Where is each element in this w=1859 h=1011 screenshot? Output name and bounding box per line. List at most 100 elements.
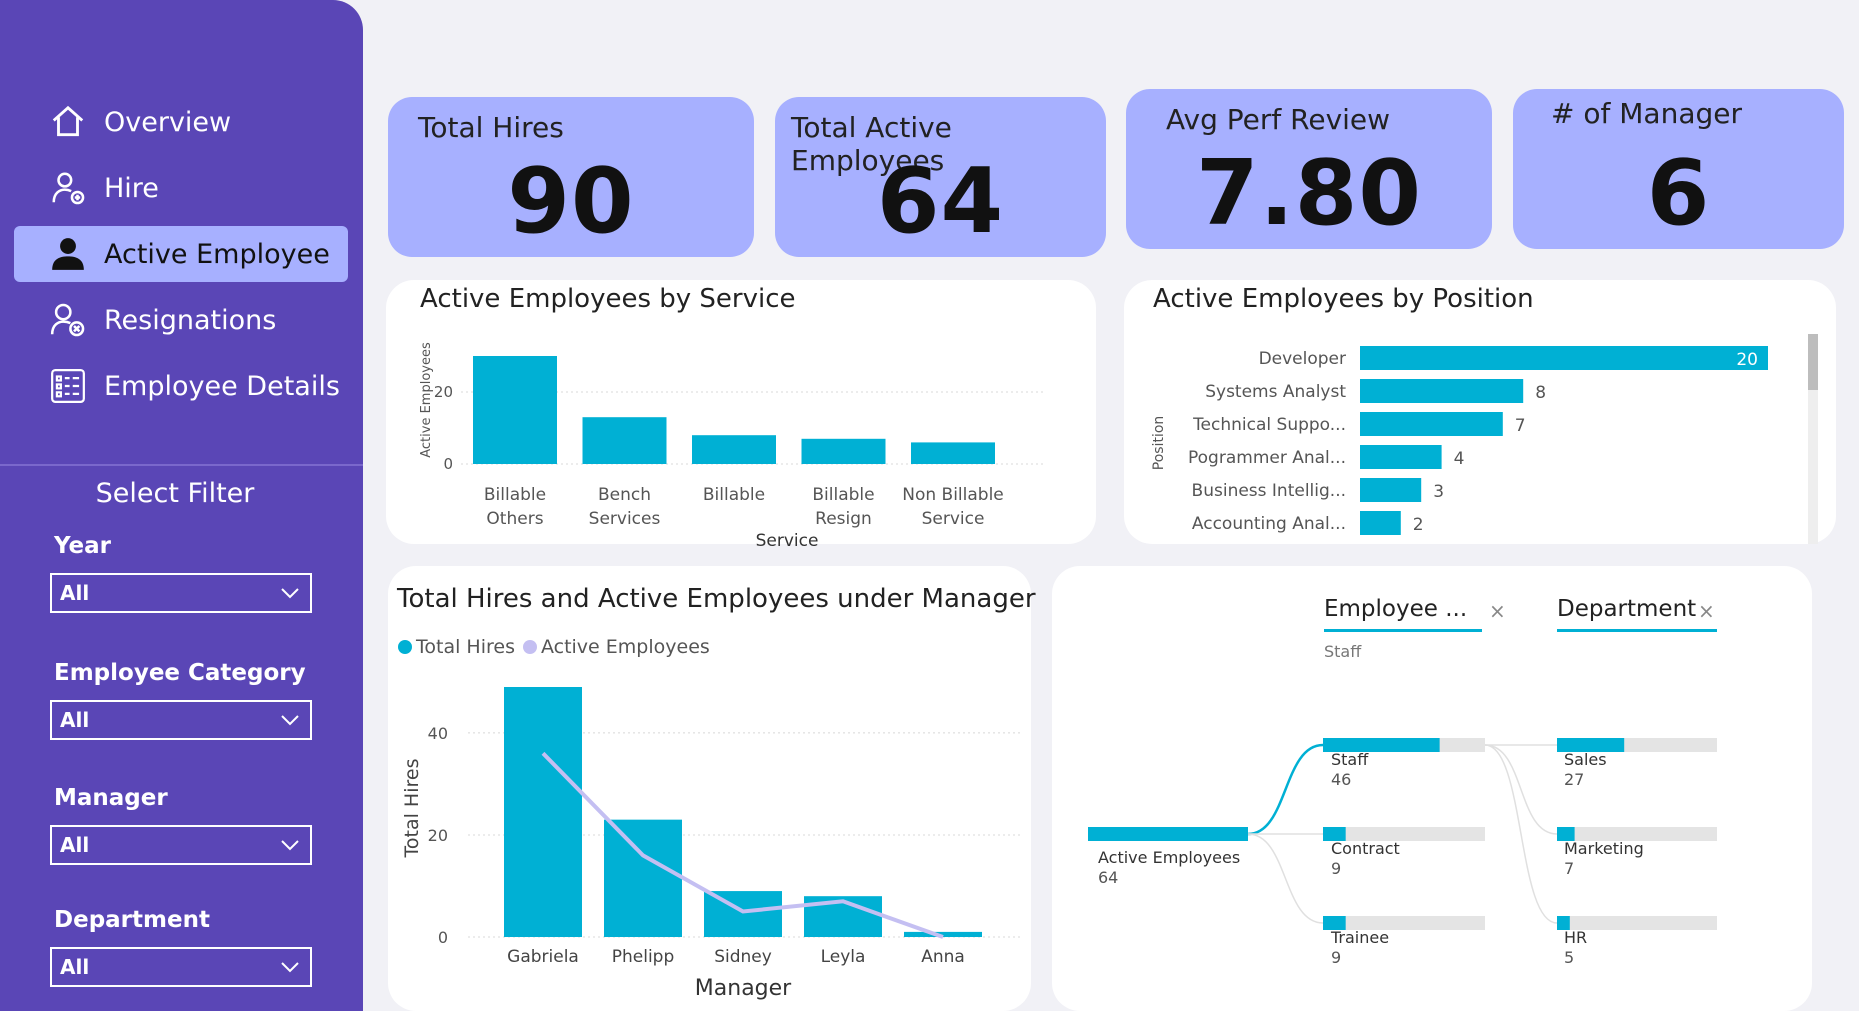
manager-chart: 0 20 40 Gabriela Phelipp Sidney Leyla Anna Manag…	[401, 687, 1020, 1001]
y-axis-label: Active Employees	[419, 342, 434, 458]
kpi-title: Total Hires	[418, 111, 564, 144]
x-tick-label: Resign	[815, 509, 872, 529]
nav-item-resignations[interactable]: Resignations	[14, 292, 348, 348]
decomp-node-value: 27	[1564, 770, 1584, 789]
details-grid-icon	[48, 366, 88, 406]
decomp-node-label: Staff	[1331, 750, 1369, 769]
year-dropdown[interactable]: All	[50, 573, 312, 613]
service-bar[interactable]	[801, 438, 886, 464]
decomp-root-value: 64	[1098, 868, 1118, 887]
y-tick-label: Accounting Anal...	[1192, 514, 1346, 534]
kpi-title: # of Manager	[1551, 97, 1742, 130]
y-tick-label: Business Intellig...	[1192, 481, 1346, 501]
scrollbar-thumb[interactable]	[1808, 334, 1818, 390]
position-bar[interactable]	[1360, 346, 1768, 370]
decomp-node-label: HR	[1564, 928, 1587, 947]
legend-hires-dot	[398, 640, 412, 654]
position-bar[interactable]	[1360, 379, 1524, 403]
position-bar[interactable]	[1360, 445, 1442, 469]
chevron-down-icon	[281, 588, 299, 599]
position-bar[interactable]	[1360, 511, 1401, 535]
nav-item-hire[interactable]: Hire	[14, 160, 348, 216]
decomp-header-department[interactable]: Department	[1557, 596, 1696, 622]
x-tick-label: Phelipp	[612, 947, 675, 967]
x-axis-label: Manager	[695, 976, 792, 1001]
filter-label-manager: Manager	[54, 785, 168, 811]
decomp-connector	[1484, 744, 1558, 835]
chevron-down-icon	[281, 715, 299, 726]
kpi-num-manager: # of Manager 6	[1513, 89, 1844, 249]
dropdown-value: All	[60, 581, 90, 605]
decomp-header-sub: Staff	[1324, 642, 1362, 661]
x-tick-label: Billable	[484, 485, 546, 505]
service-bar[interactable]	[692, 435, 776, 464]
kpi-total-active-employees: Total Active Employees 64	[775, 97, 1106, 257]
decomp-root-label: Active Employees	[1098, 848, 1240, 867]
filter-label-year: Year	[54, 533, 112, 559]
y-tick-label: 20	[428, 826, 448, 845]
hires-bar[interactable]	[604, 819, 682, 937]
decomp-node-label: Contract	[1331, 839, 1400, 858]
chevron-down-icon	[281, 962, 299, 973]
decomp-node-value: 9	[1331, 859, 1341, 878]
x-tick-label: Others	[486, 509, 543, 529]
y-tick-label: 40	[428, 724, 448, 743]
nav-item-active-employee[interactable]: Active Employee	[14, 226, 348, 282]
chevron-down-icon	[281, 840, 299, 851]
nav-label: Hire	[104, 172, 159, 204]
employee-category-dropdown[interactable]: All	[50, 700, 312, 740]
kpi-value: 6	[1646, 141, 1711, 246]
user-icon	[48, 234, 88, 274]
data-label: 3	[1433, 482, 1444, 502]
data-label: 2	[1413, 515, 1424, 535]
service-chart-title: Active Employees by Service	[420, 284, 796, 314]
decomp-node-label: Marketing	[1564, 839, 1644, 858]
manager-dropdown[interactable]: All	[50, 825, 312, 865]
legend-active-label: Active Employees	[540, 636, 710, 658]
position-chart-title: Active Employees by Position	[1153, 284, 1534, 314]
decomp-connector	[1484, 744, 1558, 924]
data-label: 7	[1515, 416, 1526, 436]
dropdown-value: All	[60, 955, 90, 979]
kpi-value: 90	[507, 149, 635, 254]
x-tick-label: Non Billable	[902, 485, 1004, 505]
close-icon[interactable]: ×	[1489, 599, 1506, 623]
x-tick-label: Sidney	[714, 947, 772, 967]
decomp-node-value: 46	[1331, 770, 1351, 789]
decomp-header-employee[interactable]: Employee ...	[1324, 596, 1467, 622]
manager-chart-legend: Total Hires Active Employees	[398, 636, 710, 658]
decomp-node-label: Sales	[1564, 750, 1607, 769]
close-icon[interactable]: ×	[1698, 599, 1715, 623]
hires-bar[interactable]	[504, 687, 582, 937]
x-tick-label: Anna	[921, 947, 965, 967]
position-bar[interactable]	[1360, 478, 1422, 502]
department-dropdown[interactable]: All	[50, 947, 312, 987]
data-label: 8	[1535, 383, 1546, 403]
decomp-node-value: 9	[1331, 948, 1341, 967]
nav-item-employee-details[interactable]: Employee Details	[14, 358, 348, 414]
decomposition-tree: Employee ... ×StaffDepartment ×Active Empl…	[1088, 596, 1717, 967]
position-bar[interactable]	[1360, 412, 1503, 436]
nav-label: Active Employee	[104, 238, 330, 270]
nav-label: Employee Details	[104, 370, 340, 402]
y-axis-label: Total Hires	[401, 759, 423, 859]
service-bar[interactable]	[582, 417, 667, 464]
data-label: 4	[1454, 449, 1465, 469]
x-tick-label: Services	[589, 509, 661, 529]
decomp-node-value: 5	[1564, 948, 1574, 967]
service-bar[interactable]	[473, 356, 557, 464]
service-bar[interactable]	[911, 442, 995, 464]
decomp-node-label: Trainee	[1330, 928, 1389, 947]
manager-chart-title: Total Hires and Active Employees under M…	[397, 584, 1036, 614]
y-tick-label: Technical Suppo...	[1192, 415, 1346, 435]
kpi-avg-perf-review: Avg Perf Review 7.80	[1126, 89, 1492, 249]
nav-item-overview[interactable]: Overview	[14, 94, 348, 150]
kpi-value: 64	[876, 149, 1005, 254]
kpi-title: Avg Perf Review	[1166, 103, 1391, 136]
x-tick-label: Service	[922, 509, 985, 529]
decomp-root-bar[interactable]	[1088, 827, 1248, 841]
x-tick-label: Bench	[598, 485, 651, 505]
add-user-icon	[48, 168, 88, 208]
active-employees-line[interactable]	[541, 751, 944, 939]
y-tick-label: Developer	[1259, 349, 1346, 369]
